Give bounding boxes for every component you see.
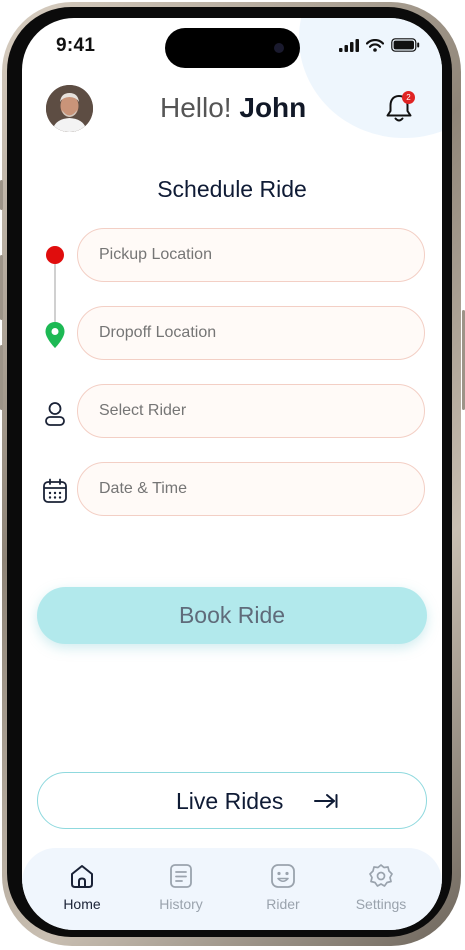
calendar-icon (43, 478, 67, 503)
battery-icon (391, 38, 420, 52)
book-ride-button[interactable]: Book Ride (37, 587, 427, 644)
greeting-text: Hello! (160, 92, 232, 123)
rider-icon (271, 864, 295, 888)
live-rides-button[interactable]: Live Rides (37, 772, 427, 829)
date-time-input[interactable] (77, 462, 425, 516)
dynamic-island (165, 28, 300, 68)
tab-home[interactable]: Home (42, 862, 122, 922)
background-decoration (299, 18, 442, 138)
tab-rider-label: Rider (266, 896, 300, 912)
status-time: 9:41 (56, 35, 96, 56)
select-rider-input[interactable] (77, 384, 425, 438)
cellular-signal-icon (339, 38, 359, 52)
settings-icon (369, 864, 393, 887)
tab-rider[interactable]: Rider (243, 862, 323, 922)
live-rides-label: Live Rides (176, 788, 284, 814)
user-name: John (239, 92, 307, 123)
home-icon (71, 865, 93, 888)
rider-person-icon (45, 402, 65, 426)
pickup-location-input[interactable] (77, 228, 425, 282)
tab-settings-label: Settings (355, 896, 407, 912)
status-icons (339, 38, 420, 52)
notification-badge: 2 (402, 91, 415, 104)
tab-home-label: Home (63, 896, 101, 912)
page-title: Schedule Ride (157, 176, 307, 202)
pickup-pin-icon (46, 246, 64, 264)
dropoff-location-input[interactable] (77, 306, 425, 360)
action-button (0, 180, 3, 210)
dropoff-pin-icon (45, 322, 65, 348)
history-icon (170, 864, 192, 888)
tab-history[interactable]: History (141, 862, 221, 922)
greeting: Hello! John (160, 92, 306, 124)
screen: 9:41 Hello! John 2 Schedule Ride Pickup … (22, 18, 442, 930)
tab-settings[interactable]: Settings (341, 862, 421, 922)
wifi-icon (366, 38, 384, 52)
volume-up-button (0, 255, 3, 320)
tab-history-label: History (159, 896, 203, 912)
arrow-right-icon (314, 794, 338, 808)
volume-down-button (0, 345, 3, 410)
avatar[interactable] (46, 85, 93, 132)
user-photo-icon (46, 85, 93, 132)
bottom-tab-bar: Home History Rider Settings (22, 848, 442, 930)
